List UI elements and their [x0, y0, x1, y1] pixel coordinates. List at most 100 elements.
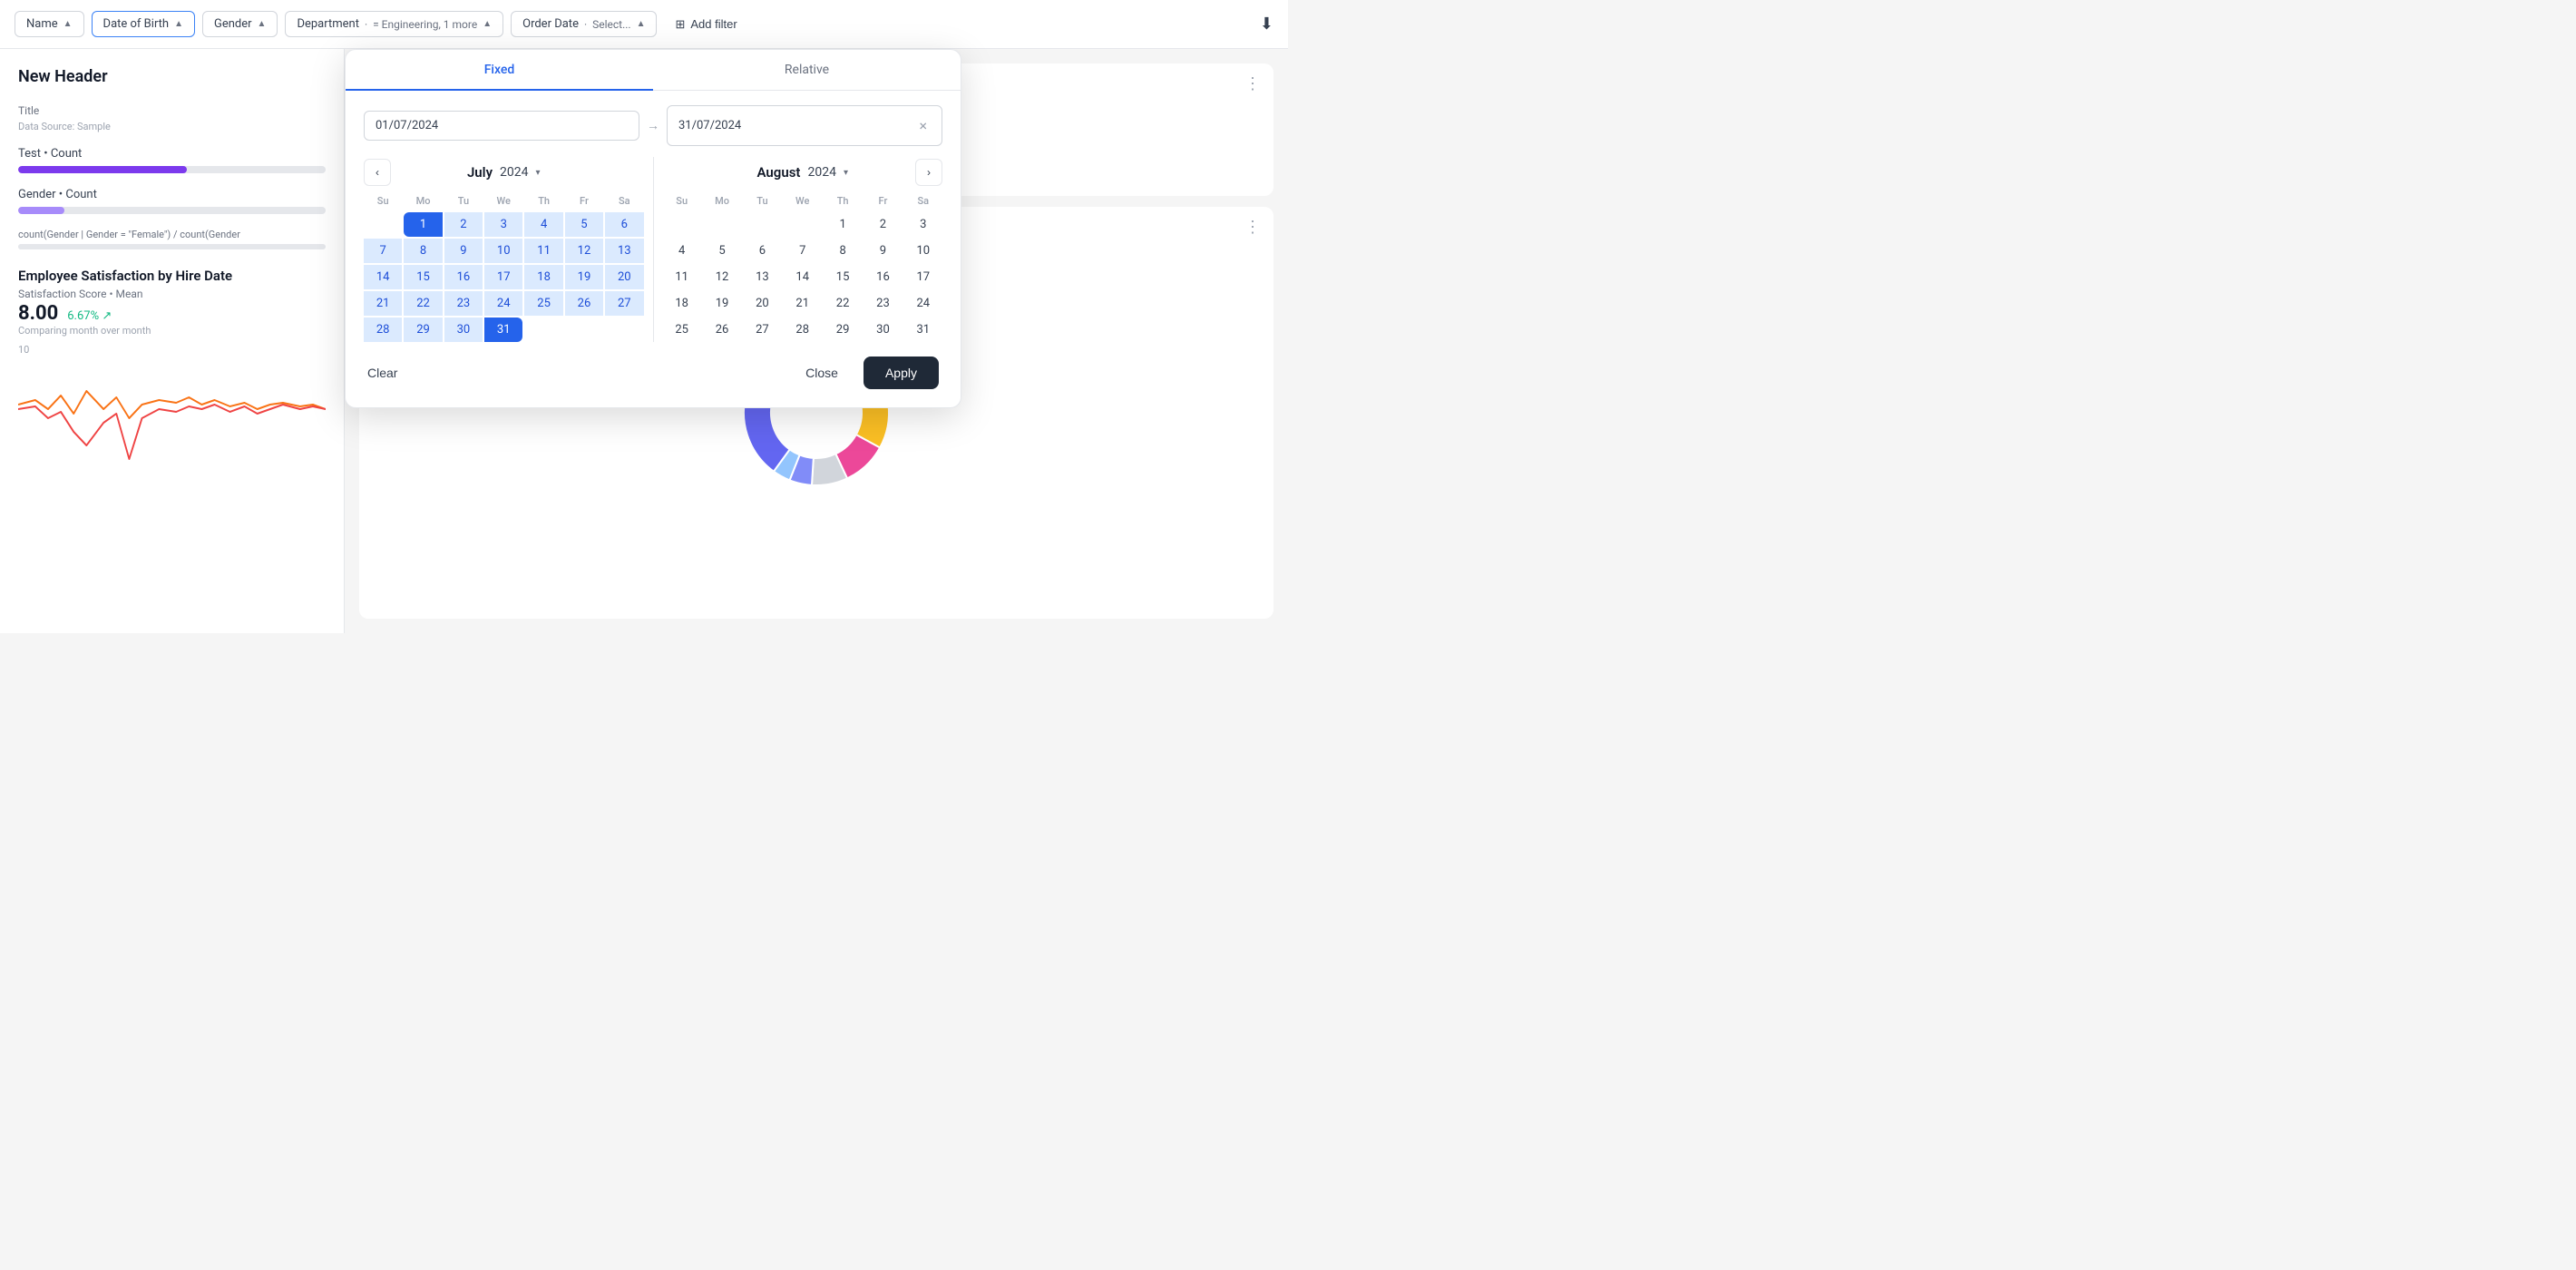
calendar-left-month: ‹ July 2024 ▾ SuMoTuWeThFrSa123456789101… — [364, 157, 644, 342]
day-label: Fr — [565, 191, 603, 210]
filter-name[interactable]: Name ▲ — [15, 11, 84, 37]
calendar-day[interactable]: 16 — [864, 265, 902, 289]
calendar-day[interactable]: 21 — [784, 291, 822, 316]
calendar-day[interactable]: 31 — [904, 318, 942, 342]
calendar-day[interactable]: 16 — [444, 265, 483, 289]
calendar-day[interactable]: 15 — [404, 265, 442, 289]
calendar-day[interactable]: 13 — [605, 239, 643, 263]
calendar-day[interactable]: 26 — [565, 291, 603, 316]
filter-order-date[interactable]: Order Date · Select... ▲ — [511, 11, 657, 37]
calendar-day[interactable]: 15 — [824, 265, 862, 289]
calendar-day[interactable]: 18 — [524, 265, 562, 289]
formula-text: count(Gender | Gender = "Female") / coun… — [18, 229, 326, 240]
calendar-day[interactable]: 19 — [565, 265, 603, 289]
calendar-day[interactable]: 10 — [904, 239, 942, 263]
title-section: Title Data Source: Sample — [18, 104, 326, 132]
calendar-day[interactable]: 27 — [743, 318, 781, 342]
apply-button[interactable]: Apply — [864, 357, 939, 389]
calendar-day[interactable]: 2 — [864, 212, 902, 237]
calendar-day[interactable]: 4 — [663, 239, 701, 263]
calendar-day[interactable]: 2 — [444, 212, 483, 237]
calendar-day[interactable]: 17 — [484, 265, 522, 289]
calendar-day[interactable]: 29 — [404, 318, 442, 342]
donut-card-options[interactable]: ⋮ — [1244, 218, 1263, 237]
calendar-day[interactable]: 13 — [743, 265, 781, 289]
calendar-day[interactable]: 6 — [605, 212, 643, 237]
calendar-day[interactable]: 30 — [444, 318, 483, 342]
calendar-day[interactable]: 25 — [524, 291, 562, 316]
metric-card-options[interactable]: ⋮ — [1244, 74, 1263, 93]
clear-button[interactable]: Clear — [367, 366, 397, 380]
progress-fill-3 — [18, 244, 49, 249]
calendar-day[interactable]: 14 — [364, 265, 402, 289]
calendar-day[interactable]: 20 — [605, 265, 643, 289]
calendar-day[interactable]: 12 — [565, 239, 603, 263]
calendar-day[interactable]: 3 — [904, 212, 942, 237]
calendar-day[interactable]: 10 — [484, 239, 522, 263]
calendar-day[interactable]: 19 — [703, 291, 741, 316]
calendar-day[interactable]: 28 — [364, 318, 402, 342]
filter-name-label: Name — [26, 17, 58, 31]
calendar-day[interactable]: 14 — [784, 265, 822, 289]
panel-title: New Header — [18, 67, 326, 86]
august-grid: SuMoTuWeThFrSa12345678910111213141516171… — [663, 191, 943, 342]
next-month-button[interactable]: › — [915, 159, 942, 186]
calendar-day[interactable]: 28 — [784, 318, 822, 342]
calendar-day[interactable]: 26 — [703, 318, 741, 342]
calendar-day[interactable]: 25 — [663, 318, 701, 342]
tab-relative[interactable]: Relative — [653, 50, 961, 90]
download-button[interactable]: ⬇ — [1260, 15, 1273, 34]
calendar-day[interactable]: 1 — [824, 212, 862, 237]
calendar-day[interactable]: 24 — [904, 291, 942, 316]
day-label: Tu — [444, 191, 483, 210]
filter-order-label: Order Date — [522, 17, 579, 31]
calendar-day[interactable]: 6 — [743, 239, 781, 263]
start-date-input[interactable]: 01/07/2024 — [364, 111, 639, 141]
calendar-day[interactable]: 3 — [484, 212, 522, 237]
end-date-input[interactable]: 31/07/2024 × — [667, 105, 942, 146]
chevron-up-icon: ▲ — [63, 19, 73, 29]
calendar-day[interactable]: 4 — [524, 212, 562, 237]
calendar-day[interactable]: 20 — [743, 291, 781, 316]
filter-gender-label: Gender — [214, 17, 252, 31]
day-label: We — [784, 191, 822, 210]
calendar-day[interactable]: 17 — [904, 265, 942, 289]
calendar-day[interactable]: 1 — [404, 212, 442, 237]
calendar-day[interactable]: 7 — [364, 239, 402, 263]
calendar-day[interactable]: 27 — [605, 291, 643, 316]
calendar-day[interactable]: 5 — [565, 212, 603, 237]
calendar-day[interactable]: 23 — [864, 291, 902, 316]
add-filter-button[interactable]: ⊞ Add filter — [664, 12, 747, 37]
calendar-day[interactable]: 9 — [444, 239, 483, 263]
calendar-day[interactable]: 8 — [824, 239, 862, 263]
tab-fixed[interactable]: Fixed — [346, 50, 653, 90]
day-label: Mo — [404, 191, 442, 210]
calendar-day[interactable]: 18 — [663, 291, 701, 316]
calendar-day[interactable]: 12 — [703, 265, 741, 289]
calendar-day[interactable]: 21 — [364, 291, 402, 316]
calendar-day[interactable]: 23 — [444, 291, 483, 316]
calendar-day[interactable]: 11 — [524, 239, 562, 263]
calendar-day[interactable]: 29 — [824, 318, 862, 342]
calendar-day[interactable]: 31 — [484, 318, 522, 342]
calendar-day[interactable]: 22 — [404, 291, 442, 316]
calendar-day[interactable]: 5 — [703, 239, 741, 263]
calendar-day[interactable]: 22 — [824, 291, 862, 316]
close-button[interactable]: Close — [791, 358, 853, 387]
date-clear-icon[interactable]: × — [915, 113, 931, 138]
calendar-day[interactable]: 30 — [864, 318, 902, 342]
august-caret-icon: ▾ — [844, 168, 848, 178]
prev-month-button[interactable]: ‹ — [364, 159, 391, 186]
chart-title: Employee Satisfaction by Hire Date — [18, 268, 326, 284]
filter-icon: ⊞ — [675, 17, 685, 32]
calendar-day[interactable]: 11 — [663, 265, 701, 289]
filter-dept-label: Department — [297, 17, 359, 31]
calendar-day[interactable]: 7 — [784, 239, 822, 263]
calendar-day[interactable]: 9 — [864, 239, 902, 263]
filter-dob[interactable]: Date of Birth ▲ — [92, 11, 195, 37]
calendar-day — [743, 212, 781, 237]
calendar-day[interactable]: 24 — [484, 291, 522, 316]
filter-department[interactable]: Department · = Engineering, 1 more ▲ — [285, 11, 503, 37]
calendar-day[interactable]: 8 — [404, 239, 442, 263]
filter-gender[interactable]: Gender ▲ — [202, 11, 278, 37]
